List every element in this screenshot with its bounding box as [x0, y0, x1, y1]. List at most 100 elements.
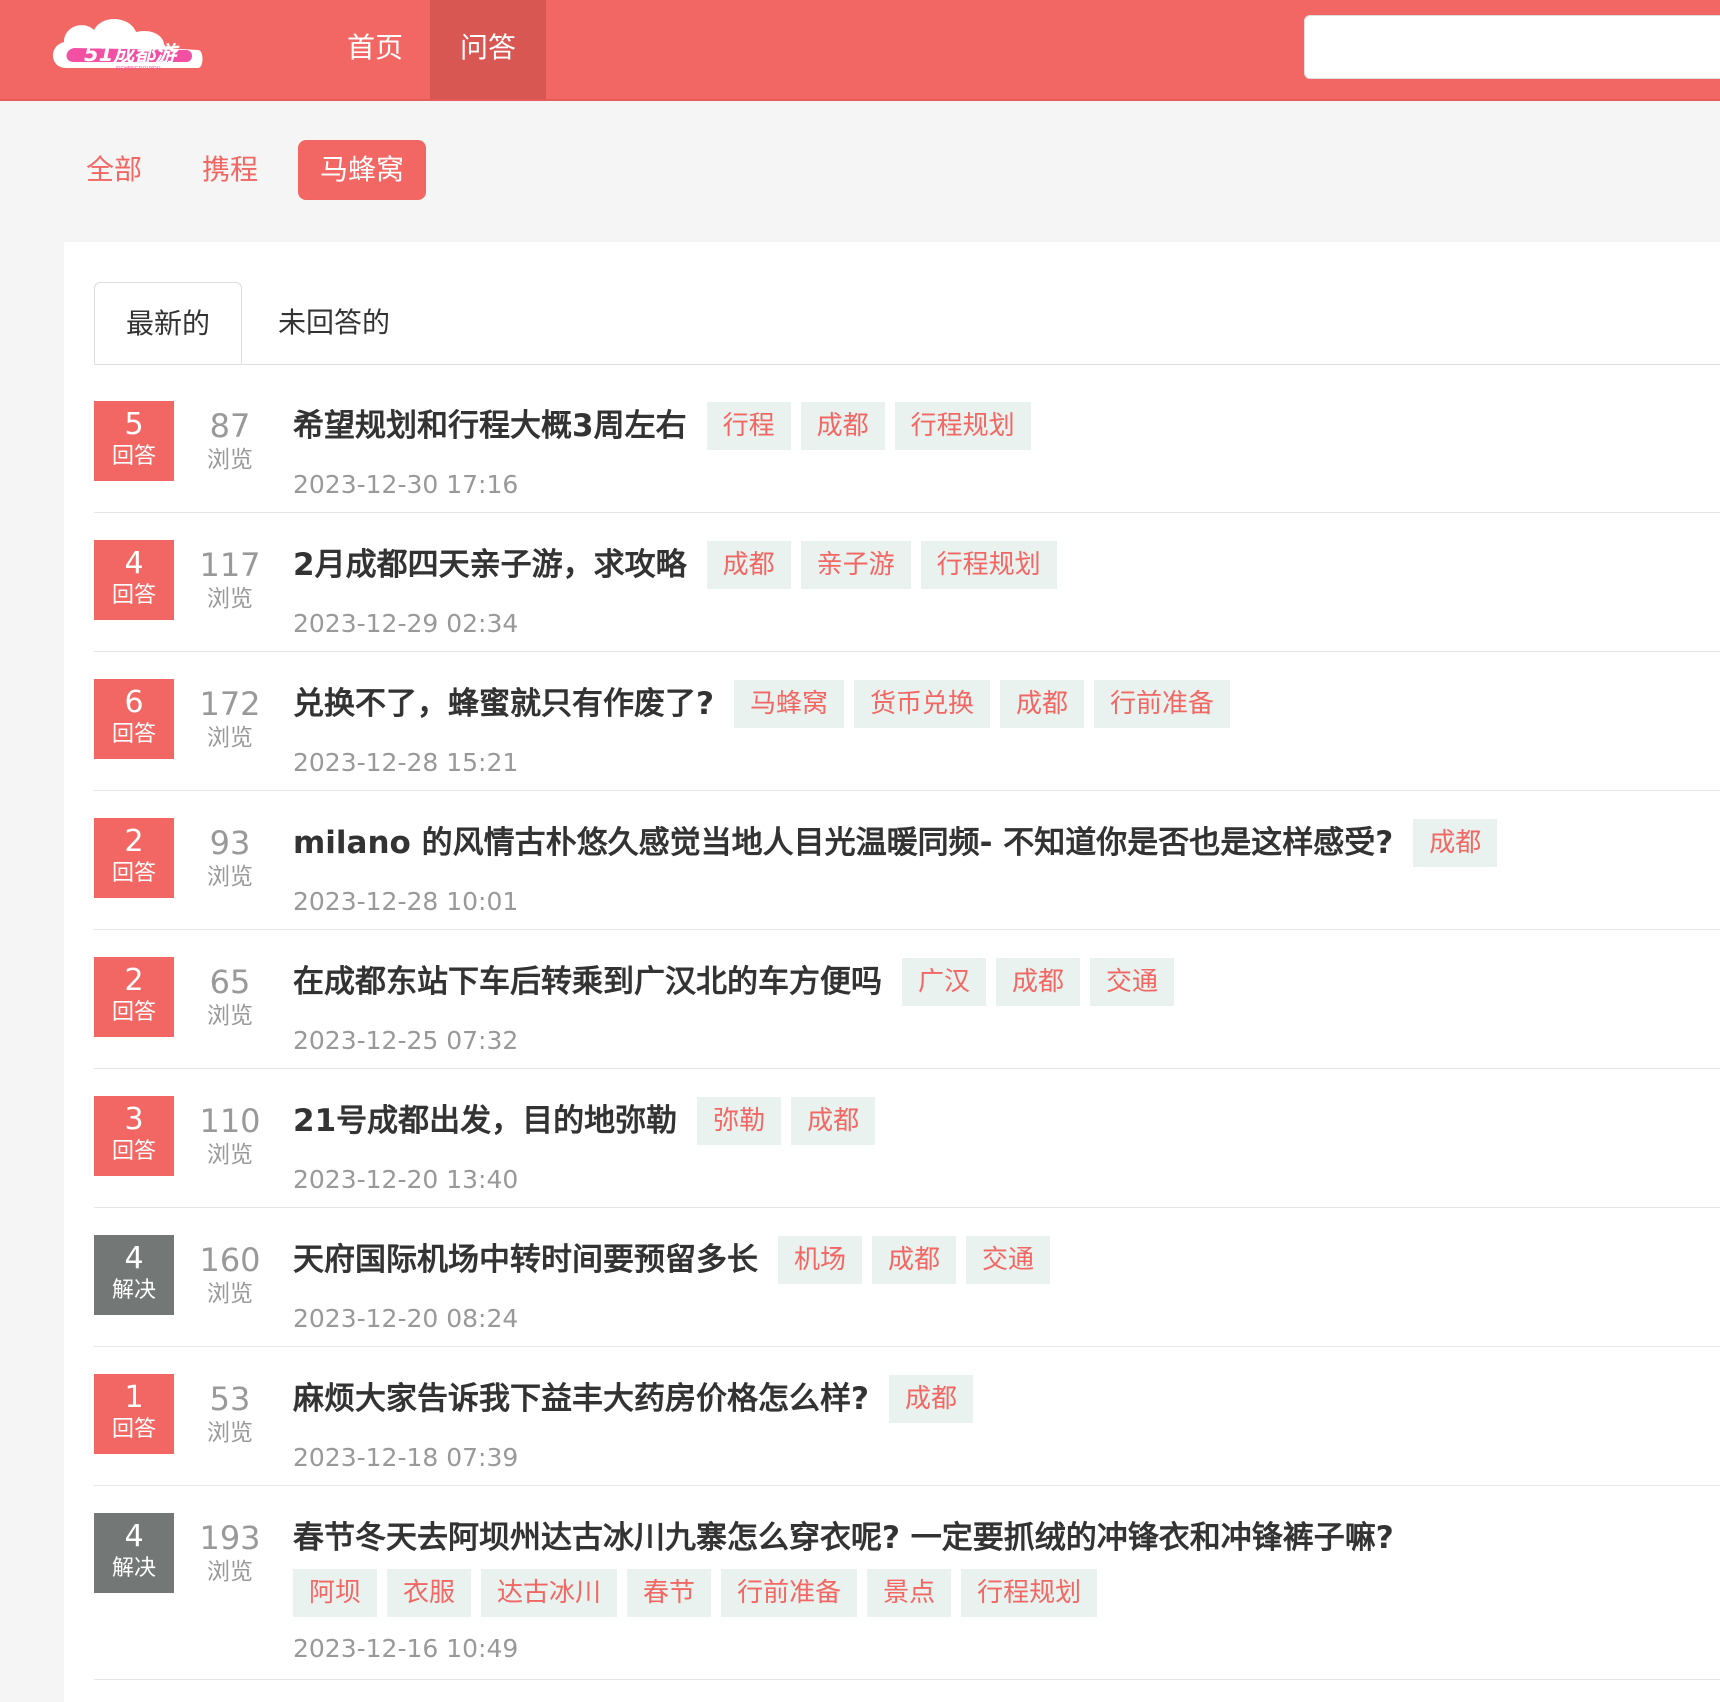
answer-status: 回答 [111, 1000, 156, 1025]
answer-count: 4 [124, 1519, 144, 1554]
question-title[interactable]: 春节冬天去阿坝州达古冰川九寨怎么穿衣呢? 一定要抓绒的冲锋衣和冲锋裤子嘛? [293, 1513, 1394, 1563]
question-content: 希望规划和行程大概3周左右 行程 成都 行程规划 2023-12-30 17:16 [293, 401, 1720, 503]
tag-list: 行程 成都 行程规划 [706, 402, 1031, 450]
question-title[interactable]: 天府国际机场中转时间要预留多长 [293, 1235, 758, 1285]
tag-list: 成都 [1413, 819, 1498, 867]
logo-cloud-icon: 51成都游 SICHENGDOUYOU [52, 18, 203, 72]
answer-status: 回答 [111, 861, 156, 886]
filter-mafengwo[interactable]: 马蜂窝 [298, 140, 427, 200]
question-tag[interactable]: 机场 [778, 1236, 863, 1284]
question-date: 2023-12-20 13:40 [293, 1165, 519, 1194]
nav-home[interactable]: 首页 [320, 0, 430, 99]
view-count: 65 浏览 [190, 963, 270, 1031]
search-input[interactable] [1304, 15, 1720, 79]
view-count: 87 浏览 [190, 407, 270, 475]
question-date: 2023-12-25 07:32 [293, 1026, 519, 1055]
question-date: 2023-12-16 10:49 [293, 1634, 519, 1663]
question-tag[interactable]: 景点 [867, 1569, 952, 1617]
answer-count: 6 [124, 685, 144, 720]
top-navbar: 51成都游 SICHENGDOUYOU 首页 问答 [0, 0, 1720, 101]
question-tag[interactable]: 成都 [1000, 680, 1085, 728]
filter-all[interactable]: 全部 [86, 140, 142, 200]
question-tag[interactable]: 交通 [1090, 958, 1175, 1006]
question-title[interactable]: 在成都东站下车后转乘到广汉北的车方便吗 [293, 957, 882, 1007]
site-logo[interactable]: 51成都游 SICHENGDOUYOU [48, 10, 208, 78]
question-content: 在成都东站下车后转乘到广汉北的车方便吗 广汉 成都 交通 2023-12-25 07:3… [293, 957, 1720, 1059]
tabs-divider [94, 364, 1720, 365]
question-date: 2023-12-28 15:21 [293, 748, 519, 777]
question-tag[interactable]: 弥勒 [697, 1097, 782, 1145]
filter-ctrip[interactable]: 携程 [202, 140, 258, 200]
question-row: 2 回答 65 浏览 在成都东站下车后转乘到广汉北的车方便吗 广汉 成都 交通 2023-12-… [94, 929, 1720, 1069]
view-count-label: 浏览 [207, 1559, 253, 1585]
view-count: 53 浏览 [190, 1380, 270, 1448]
question-tag[interactable]: 亲子游 [800, 541, 911, 589]
question-date: 2023-12-28 10:01 [293, 887, 519, 916]
question-tag[interactable]: 行程规划 [894, 402, 1031, 450]
answer-count: 4 [124, 546, 144, 581]
answer-status: 回答 [111, 1139, 156, 1164]
answer-count: 2 [124, 824, 144, 859]
view-count-label: 浏览 [207, 1142, 253, 1168]
question-tag[interactable]: 行程规划 [920, 541, 1057, 589]
view-count: 117 浏览 [190, 546, 270, 614]
question-tag[interactable]: 成都 [800, 402, 885, 450]
question-tag[interactable]: 行前准备 [1094, 680, 1231, 728]
question-title[interactable]: 希望规划和行程大概3周左右 [293, 401, 687, 451]
question-tag[interactable]: 成都 [888, 1375, 973, 1423]
view-count-label: 浏览 [207, 864, 253, 890]
question-tag[interactable]: 马蜂窝 [733, 680, 844, 728]
question-title[interactable]: milano 的风情古朴悠久感觉当地人目光温暖同频- 不知道你是否也是这样感受? [293, 818, 1393, 868]
tag-list: 成都 亲子游 行程规划 [706, 541, 1057, 589]
question-tag[interactable]: 成都 [791, 1097, 876, 1145]
question-tag[interactable]: 春节 [627, 1569, 712, 1617]
view-count-label: 浏览 [207, 1420, 253, 1446]
question-date: 2023-12-30 17:16 [293, 470, 519, 499]
question-tag[interactable]: 行程规划 [961, 1569, 1098, 1617]
answer-count-badge: 2 回答 [94, 957, 174, 1037]
question-title[interactable]: 2月成都四天亲子游，求攻略 [293, 540, 687, 590]
question-tag[interactable]: 行程 [706, 402, 791, 450]
question-tag[interactable]: 广汉 [902, 958, 987, 1006]
question-tag[interactable]: 成都 [996, 958, 1081, 1006]
question-date: 2023-12-20 08:24 [293, 1304, 519, 1333]
tab-unanswered[interactable]: 未回答的 [278, 282, 390, 364]
answer-count-badge: 6 回答 [94, 679, 174, 759]
question-row: 1 回答 53 浏览 麻烦大家告诉我下益丰大药房价格怎么样? 成都 2023-12-18 0… [94, 1346, 1720, 1486]
view-count: 193 浏览 [190, 1519, 270, 1587]
view-count-number: 193 [199, 1519, 261, 1557]
view-count-number: 172 [199, 685, 261, 723]
question-tag[interactable]: 衣服 [387, 1569, 472, 1617]
answer-count-badge: 4 回答 [94, 540, 174, 620]
question-row: 4 解决 160 浏览 天府国际机场中转时间要预留多长 机场 成都 交通 2023-12-20 … [94, 1207, 1720, 1347]
answer-status: 解决 [111, 1278, 156, 1303]
question-tag[interactable]: 成都 [706, 541, 791, 589]
logo-text: 51成都游 [84, 42, 180, 66]
question-title[interactable]: 兑换不了，蜂蜜就只有作废了? [293, 679, 714, 729]
question-content: 麻烦大家告诉我下益丰大药房价格怎么样? 成都 2023-12-18 07:39 [293, 1374, 1720, 1476]
tab-latest[interactable]: 最新的 [94, 282, 242, 364]
question-content: milano 的风情古朴悠久感觉当地人目光温暖同频- 不知道你是否也是这样感受?… [293, 818, 1720, 920]
question-tag[interactable]: 货币兑换 [854, 680, 991, 728]
question-tag[interactable]: 达古冰川 [481, 1569, 618, 1617]
question-row: 3 回答 110 浏览 21号成都出发，目的地弥勒 弥勒 成都 2023-12-20 13:4… [94, 1068, 1720, 1208]
question-content: 2月成都四天亲子游，求攻略 成都 亲子游 行程规划 2023-12-29 02:34 [293, 540, 1720, 642]
question-tag[interactable]: 成都 [872, 1236, 957, 1284]
view-count-label: 浏览 [207, 586, 253, 612]
tag-list: 马蜂窝 货币兑换 成都 行前准备 [733, 680, 1231, 728]
view-count: 110 浏览 [190, 1102, 270, 1170]
view-count-number: 110 [199, 1102, 261, 1140]
question-title[interactable]: 麻烦大家告诉我下益丰大药房价格怎么样? [293, 1374, 869, 1424]
question-row: 4 回答 117 浏览 2月成都四天亲子游，求攻略 成都 亲子游 行程规划 2023-12-29… [94, 512, 1720, 652]
question-title[interactable]: 21号成都出发，目的地弥勒 [293, 1096, 677, 1146]
answer-status: 回答 [111, 583, 156, 608]
nav-qa[interactable]: 问答 [430, 0, 546, 99]
view-count-number: 87 [209, 407, 251, 445]
answer-count: 5 [124, 407, 144, 442]
view-count: 93 浏览 [190, 824, 270, 892]
question-tag[interactable]: 交通 [966, 1236, 1051, 1284]
question-tag[interactable]: 阿坝 [293, 1569, 378, 1617]
question-tag[interactable]: 行前准备 [721, 1569, 858, 1617]
question-tag[interactable]: 成都 [1413, 819, 1498, 867]
question-row: 6 回答 172 浏览 兑换不了，蜂蜜就只有作废了? 马蜂窝 货币兑换 成都 行前准备 2023-… [94, 651, 1720, 791]
